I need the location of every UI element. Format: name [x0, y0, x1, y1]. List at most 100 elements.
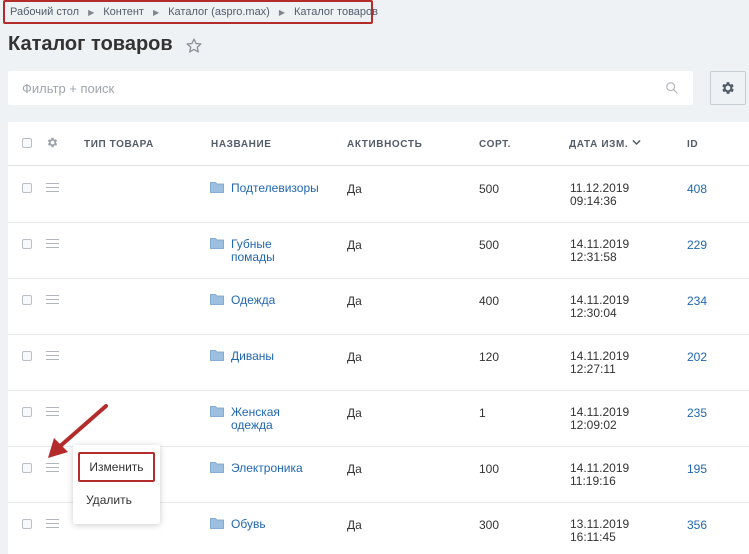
- cell-date: 14.11.2019 12:31:58: [570, 238, 629, 264]
- cell-date-day: 11.12.2019: [570, 181, 630, 195]
- cell-id-link[interactable]: 202: [687, 350, 707, 364]
- cell-id-link[interactable]: 234: [687, 294, 707, 308]
- folder-icon: [210, 406, 224, 417]
- column-settings-gear-icon[interactable]: [46, 136, 59, 149]
- breadcrumb-item-catalog-aspro[interactable]: Каталог (aspro.max): [168, 6, 270, 18]
- cell-active: Да: [347, 350, 362, 364]
- row-context-menu: Изменить Удалить: [73, 445, 160, 524]
- column-header-name[interactable]: НАЗВАНИЕ: [211, 139, 272, 150]
- cell-date-day: 14.11.2019: [570, 461, 630, 475]
- cell-date-time: 11:19:16: [570, 474, 616, 488]
- folder-icon: [210, 518, 224, 529]
- context-edit-item[interactable]: Изменить: [78, 452, 155, 482]
- cell-name-link[interactable]: Обувь: [231, 518, 311, 531]
- cell-date-day: 14.11.2019: [570, 237, 630, 251]
- cell-active: Да: [347, 294, 362, 308]
- row-checkbox[interactable]: [22, 351, 32, 361]
- cell-id-link[interactable]: 408: [687, 182, 707, 196]
- cell-date-time: 12:31:58: [570, 250, 617, 264]
- breadcrumb-item-desktop[interactable]: Рабочий стол: [10, 6, 79, 18]
- cell-date-time: 16:11:45: [570, 530, 616, 544]
- cell-id-link[interactable]: 356: [687, 518, 707, 532]
- cell-name-link[interactable]: Губные помады: [231, 238, 311, 264]
- cell-date-time: 12:09:02: [570, 418, 617, 432]
- gear-icon: [722, 82, 734, 94]
- cell-date: 14.11.2019 12:27:11: [570, 350, 629, 376]
- row-menu-handle-icon[interactable]: [46, 519, 59, 528]
- column-header-date[interactable]: ДАТА ИЗМ.: [569, 139, 628, 150]
- filter-search-input[interactable]: [22, 80, 665, 96]
- table-row[interactable]: Подтелевизоры Да 500 11.12.2019 09:14:36 408: [8, 167, 749, 223]
- table-row[interactable]: Губные помады Да 500 14.11.2019 12:31:58 229: [8, 223, 749, 279]
- table-row[interactable]: Женская одежда Да 1 14.11.2019 12:09:02 235: [8, 391, 749, 447]
- cell-active: Да: [347, 238, 362, 252]
- breadcrumb-item-catalog[interactable]: Каталог товаров: [294, 6, 378, 18]
- cell-date-day: 14.11.2019: [570, 405, 630, 419]
- folder-icon: [210, 294, 224, 305]
- column-header-active[interactable]: АКТИВНОСТЬ: [347, 139, 422, 150]
- breadcrumb-separator-icon: ▶: [88, 7, 95, 17]
- row-menu-handle-icon[interactable]: [46, 183, 59, 192]
- cell-name-link[interactable]: Женская одежда: [231, 406, 311, 432]
- cell-sort: 100: [479, 462, 500, 476]
- cell-date: 14.11.2019 12:09:02: [570, 406, 629, 432]
- cell-sort: 1: [479, 406, 486, 420]
- cell-id-link[interactable]: 195: [687, 462, 707, 476]
- breadcrumb-separator-icon: ▶: [278, 7, 286, 17]
- cell-id-link[interactable]: 235: [687, 406, 707, 420]
- row-checkbox[interactable]: [22, 407, 32, 417]
- chevron-down-icon[interactable]: [632, 139, 641, 146]
- folder-icon: [210, 462, 224, 473]
- row-menu-handle-icon[interactable]: [46, 295, 59, 304]
- cell-date: 14.11.2019 12:30:04: [570, 294, 629, 320]
- row-checkbox[interactable]: [22, 239, 32, 249]
- page-title: Каталог товаров: [8, 33, 173, 55]
- cell-name-link[interactable]: Диваны: [231, 350, 311, 363]
- folder-icon: [210, 182, 224, 193]
- row-checkbox[interactable]: [22, 519, 32, 529]
- row-checkbox[interactable]: [22, 295, 32, 305]
- row-menu-handle-icon[interactable]: [46, 463, 59, 472]
- cell-name-link[interactable]: Электроника: [231, 462, 311, 475]
- cell-name-link[interactable]: Одежда: [231, 294, 311, 307]
- cell-date-time: 12:27:11: [570, 362, 616, 376]
- settings-button[interactable]: [710, 71, 746, 105]
- cell-date-day: 14.11.2019: [570, 293, 630, 307]
- breadcrumb-separator-icon: ▶: [152, 7, 160, 17]
- column-header-id[interactable]: ID: [687, 139, 698, 150]
- cell-active: Да: [347, 406, 362, 420]
- breadcrumb-item-content[interactable]: Контент: [103, 6, 144, 18]
- row-menu-handle-icon[interactable]: [46, 239, 59, 248]
- row-menu-handle-icon[interactable]: [46, 351, 59, 360]
- breadcrumb: Рабочий стол ▶ Контент ▶ Каталог (aspro.…: [3, 0, 378, 24]
- cell-sort: 400: [479, 294, 500, 308]
- cell-date-time: 12:30:04: [570, 306, 617, 320]
- cell-name-link[interactable]: Подтелевизоры: [231, 182, 319, 195]
- column-header-sort[interactable]: СОРТ.: [479, 139, 511, 150]
- context-delete-item[interactable]: Удалить: [86, 493, 132, 507]
- grid-header: ТИП ТОВАРА НАЗВАНИЕ АКТИВНОСТЬ СОРТ. ДАТ…: [8, 122, 749, 166]
- search-icon[interactable]: [665, 81, 679, 95]
- cell-sort: 120: [479, 350, 500, 364]
- cell-active: Да: [347, 462, 362, 476]
- table-row[interactable]: Диваны Да 120 14.11.2019 12:27:11 202: [8, 335, 749, 391]
- cell-id-link[interactable]: 229: [687, 238, 707, 252]
- folder-icon: [210, 350, 224, 361]
- row-checkbox[interactable]: [22, 463, 32, 473]
- cell-date-time: 09:14:36: [570, 194, 617, 208]
- cell-date: 14.11.2019 11:19:16: [570, 462, 629, 488]
- folder-icon: [210, 238, 224, 249]
- cell-date-day: 14.11.2019: [570, 349, 630, 363]
- cell-date: 13.11.2019 16:11:45: [570, 518, 629, 544]
- table-row[interactable]: Одежда Да 400 14.11.2019 12:30:04 234: [8, 279, 749, 335]
- filter-bar: [8, 71, 693, 105]
- row-checkbox[interactable]: [22, 183, 32, 193]
- column-header-type[interactable]: ТИП ТОВАРА: [84, 139, 154, 150]
- cell-sort: 300: [479, 518, 500, 532]
- select-all-checkbox[interactable]: [22, 138, 32, 148]
- cell-sort: 500: [479, 182, 500, 196]
- cell-active: Да: [347, 182, 362, 196]
- star-outline-icon[interactable]: [185, 37, 203, 55]
- cell-date: 11.12.2019 09:14:36: [570, 182, 629, 208]
- cell-date-day: 13.11.2019: [570, 517, 630, 531]
